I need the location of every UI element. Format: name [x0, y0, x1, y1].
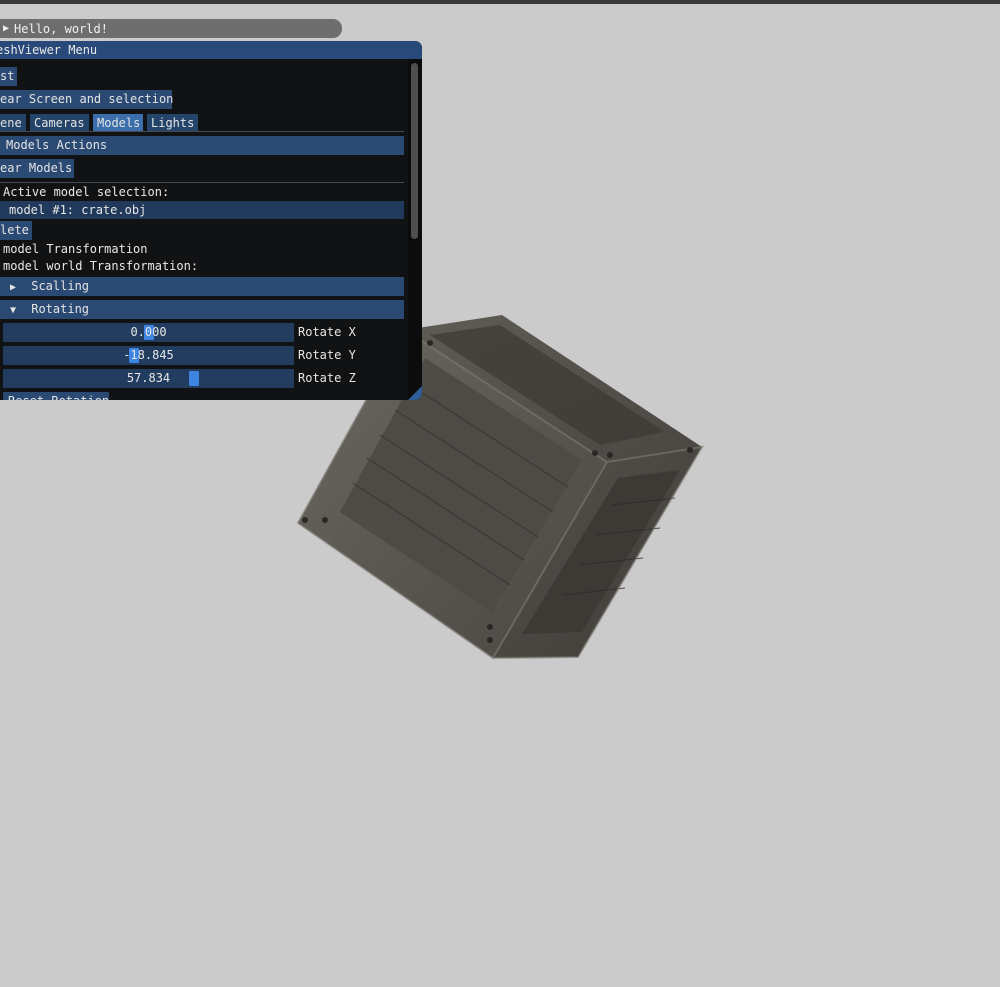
rotate-x-slider[interactable]: 0.000	[3, 323, 294, 342]
clear-screen-button[interactable]: ear Screen and selection	[0, 90, 173, 109]
window-title: eshViewer Menu	[0, 43, 98, 57]
rotate-x-label: Rotate X	[298, 325, 356, 339]
first-button[interactable]: st	[0, 67, 17, 86]
window-content: st ear Screen and selection ene Cameras …	[0, 59, 408, 400]
rotate-z-label: Rotate Z	[298, 371, 356, 385]
rotating-label: Rotating	[31, 302, 90, 316]
resize-grip[interactable]	[408, 386, 422, 400]
collapse-arrow-icon: ▼	[9, 305, 17, 316]
rotate-z-slider[interactable]: 57.834	[3, 369, 294, 388]
rotate-y-slider[interactable]: -18.845	[3, 346, 294, 365]
slider-value: -18.845	[123, 348, 174, 362]
model-world-transformation-label: model world Transformation:	[3, 259, 199, 273]
crate-right-face	[493, 447, 702, 658]
expand-arrow-icon: ▶	[9, 282, 17, 293]
scaling-label: Scalling	[31, 279, 90, 293]
hello-world-window-collapsed[interactable]: ▶ Hello, world!	[0, 19, 342, 38]
rotate-y-label: Rotate Y	[298, 348, 356, 362]
window-scrollbar[interactable]	[408, 59, 422, 400]
scrollbar-thumb[interactable]	[411, 63, 418, 239]
crate-top-face	[405, 315, 702, 462]
reset-rotation-button[interactable]: Reset Rotation	[3, 392, 109, 400]
rotating-header[interactable]: ▼ Rotating	[0, 300, 404, 319]
slider-value: 57.834	[126, 371, 171, 385]
top-border	[0, 0, 1000, 4]
scaling-header[interactable]: ▶ Scalling	[0, 277, 404, 296]
tab-scene[interactable]: ene	[0, 114, 26, 132]
meshviewer-menu-window: eshViewer Menu st ear Screen and selecti…	[0, 41, 422, 400]
window-title-bar[interactable]: eshViewer Menu	[0, 41, 422, 59]
models-actions-label: Models Actions	[6, 138, 108, 152]
hello-window-title: Hello, world!	[14, 21, 108, 36]
active-selection-label: Active model selection:	[3, 185, 170, 199]
collapse-arrow-icon[interactable]: ▶	[3, 23, 9, 34]
slider-value: 0.000	[130, 325, 167, 339]
models-actions-header[interactable]: Models Actions	[0, 136, 404, 155]
active-model-selection[interactable]: model #1: crate.obj	[0, 201, 404, 219]
tab-lights[interactable]: Lights	[147, 114, 198, 132]
tab-separator	[0, 131, 404, 132]
clear-models-button[interactable]: ear Models	[0, 159, 74, 178]
tab-models[interactable]: Models	[93, 114, 143, 132]
slider-grab[interactable]	[189, 371, 199, 386]
tab-cameras[interactable]: Cameras	[30, 114, 89, 132]
delete-button[interactable]: lete	[0, 221, 32, 240]
